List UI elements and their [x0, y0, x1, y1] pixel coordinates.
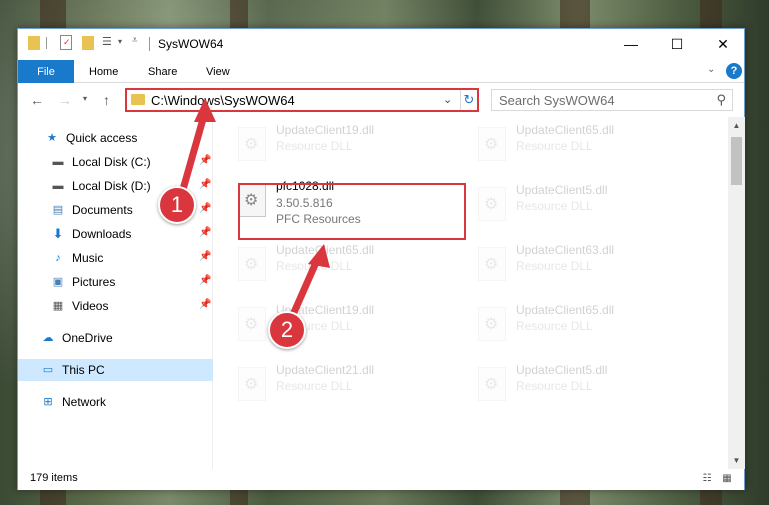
arrow-head-step-2	[308, 244, 330, 268]
step-1-badge: 1	[158, 186, 196, 224]
annotation-arrows	[176, 98, 330, 330]
step-2-badge: 2	[268, 311, 306, 349]
arrow-head-step-1	[194, 98, 216, 122]
